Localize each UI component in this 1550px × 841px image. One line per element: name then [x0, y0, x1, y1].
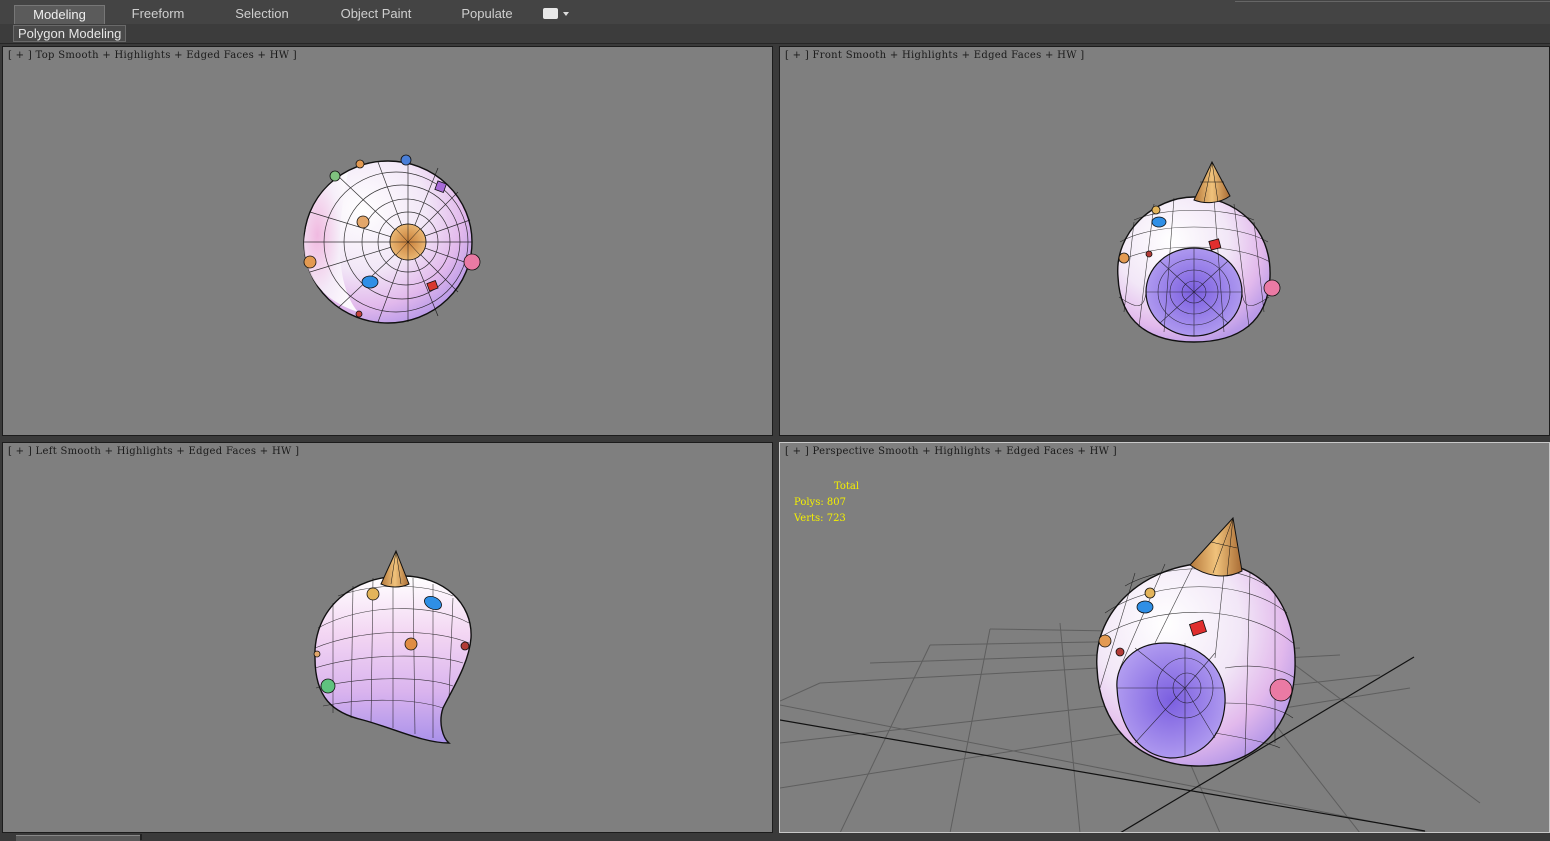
tab-populate[interactable]: Populate [452, 5, 522, 24]
tab-freeform[interactable]: Freeform [118, 5, 198, 24]
ribbon-panel-row: Polygon Modeling [0, 24, 1550, 44]
chevron-down-icon [563, 12, 569, 16]
mesh-render-front [1117, 160, 1281, 343]
viewport-front[interactable]: [ + ] Front Smooth + Highlights + Edged … [779, 46, 1550, 436]
ribbon-tab-bar: Modeling Freeform Selection Object Paint… [0, 0, 1550, 25]
mesh-render-top [303, 154, 481, 324]
tab-selection[interactable]: Selection [224, 5, 300, 24]
ribbon-options-button[interactable] [543, 8, 569, 20]
divider [1235, 1, 1550, 2]
bottom-bar [0, 834, 1550, 840]
viewport-top[interactable]: [ + ] Top Smooth + Highlights + Edged Fa… [2, 46, 773, 436]
tab-modeling[interactable]: Modeling [14, 5, 105, 24]
polygon-modeling-panel-button[interactable]: Polygon Modeling [13, 25, 127, 42]
time-slider-divider [140, 834, 142, 840]
mesh-render-perspective [780, 516, 1481, 832]
viewport-left[interactable]: [ + ] Left Smooth + Highlights + Edged F… [2, 442, 773, 833]
time-slider[interactable] [16, 835, 140, 841]
viewport-perspective[interactable]: [ + ] Perspective Smooth + Highlights + … [779, 442, 1550, 833]
tab-object-paint[interactable]: Object Paint [330, 5, 422, 24]
ribbon-options-icon [543, 8, 558, 19]
mesh-render-left [313, 549, 472, 744]
